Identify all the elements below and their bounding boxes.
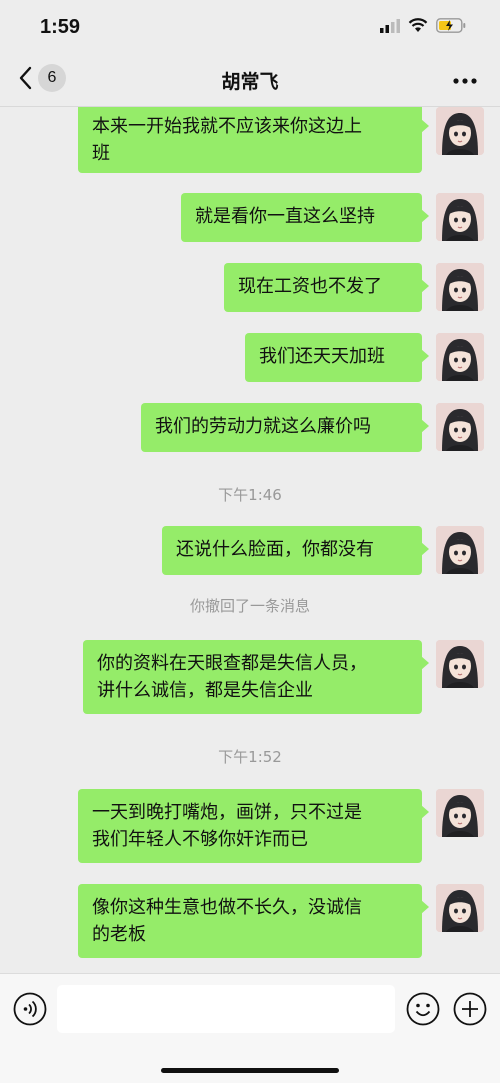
message-text: 讲什么诚信，都是失信企业 — [97, 680, 313, 701]
message-bubble[interactable]: 本来一开始我就不应该来你这边上 班 — [78, 107, 429, 173]
avatar-image — [436, 884, 484, 932]
status-icons — [380, 18, 466, 33]
plus-circle-icon — [453, 992, 487, 1026]
message-text: 现在工资也不发了 — [238, 276, 382, 297]
message-row: 像你这种生意也做不长久，没诚信 的老板 — [0, 884, 500, 958]
message-text: 一天到晚打嘴炮，画饼，只不过是 — [92, 802, 362, 823]
avatar[interactable] — [436, 403, 484, 451]
avatar[interactable] — [436, 193, 484, 241]
message-text: 本来一开始我就不应该来你这边上 — [92, 116, 362, 137]
message-text: 你的资料在天眼查都是失信人员， — [97, 653, 367, 674]
message-bubble[interactable]: 像你这种生意也做不长久，没诚信 的老板 — [78, 884, 429, 958]
avatar-image — [436, 107, 484, 155]
more-dots-icon — [453, 78, 477, 84]
more-functions-button[interactable] — [453, 992, 487, 1030]
message-text: 的老板 — [92, 924, 146, 945]
nav-bar: 6 胡常飞 — [0, 58, 500, 107]
message-text: 我们的劳动力就这么廉价吗 — [155, 416, 371, 437]
message-row: 现在工资也不发了 — [0, 263, 500, 313]
system-notice: 你撤回了一条消息 — [189, 597, 310, 615]
timestamp: 下午1:52 — [218, 748, 282, 766]
avatar[interactable] — [436, 640, 484, 688]
avatar-image — [436, 789, 484, 837]
avatar-image — [436, 640, 484, 688]
message-text: 还说什么脸面，你都没有 — [176, 539, 374, 560]
timestamp: 下午1:46 — [218, 486, 282, 504]
message-row: 你的资料在天眼查都是失信人员， 讲什么诚信，都是失信企业 — [0, 640, 500, 714]
message-bubble[interactable]: 现在工资也不发了 — [224, 263, 429, 312]
message-bubble[interactable]: 我们还天天加班 — [245, 333, 429, 382]
message-row: 本来一开始我就不应该来你这边上 班 — [0, 107, 500, 173]
avatar-image — [436, 403, 484, 451]
avatar[interactable] — [436, 884, 484, 932]
avatar-image — [436, 526, 484, 574]
avatar[interactable] — [436, 526, 484, 574]
message-bubble[interactable]: 我们的劳动力就这么廉价吗 — [141, 403, 429, 452]
message-row: 我们的劳动力就这么廉价吗 — [0, 403, 500, 453]
message-input[interactable] — [57, 985, 395, 1033]
voice-icon — [13, 992, 47, 1026]
avatar-image — [436, 263, 484, 311]
chat-area[interactable]: 本来一开始我就不应该来你这边上 班 就是看你一直这么坚持 现在工资也不发了 我们… — [0, 107, 500, 973]
message-text: 我们年轻人不够你奸诈而已 — [92, 829, 308, 850]
message-row: 我们还天天加班 — [0, 333, 500, 383]
avatar[interactable] — [436, 333, 484, 381]
message-bubble[interactable]: 就是看你一直这么坚持 — [181, 193, 429, 242]
emoji-button[interactable] — [406, 992, 440, 1030]
message-bubble[interactable]: 还说什么脸面，你都没有 — [162, 526, 429, 575]
signal-icon — [380, 18, 400, 33]
message-text: 像你这种生意也做不长久，没诚信 — [92, 897, 362, 918]
more-button[interactable] — [452, 68, 478, 98]
message-bubble[interactable]: 你的资料在天眼查都是失信人员， 讲什么诚信，都是失信企业 — [83, 640, 429, 714]
status-bar: 1:59 — [0, 0, 500, 58]
avatar[interactable] — [436, 789, 484, 837]
message-row: 就是看你一直这么坚持 — [0, 193, 500, 243]
status-time: 1:59 — [40, 16, 81, 38]
input-bar — [0, 973, 500, 1083]
avatar[interactable] — [436, 107, 484, 155]
avatar-image — [436, 333, 484, 381]
message-row: 还说什么脸面，你都没有 — [0, 526, 500, 576]
message-text: 就是看你一直这么坚持 — [195, 206, 375, 227]
message-bubble[interactable]: 一天到晚打嘴炮，画饼，只不过是 我们年轻人不够你奸诈而已 — [78, 789, 429, 863]
battery-charging-icon — [436, 18, 466, 33]
chat-title: 胡常飞 — [221, 71, 279, 93]
avatar-image — [436, 193, 484, 241]
wifi-icon — [408, 18, 428, 32]
message-text: 班 — [92, 143, 110, 164]
message-text: 我们还天天加班 — [259, 346, 385, 367]
emoji-icon — [406, 992, 440, 1026]
avatar[interactable] — [436, 263, 484, 311]
home-indicator[interactable] — [161, 1068, 339, 1073]
message-row: 一天到晚打嘴炮，画饼，只不过是 我们年轻人不够你奸诈而已 — [0, 789, 500, 863]
voice-button[interactable] — [13, 992, 47, 1030]
